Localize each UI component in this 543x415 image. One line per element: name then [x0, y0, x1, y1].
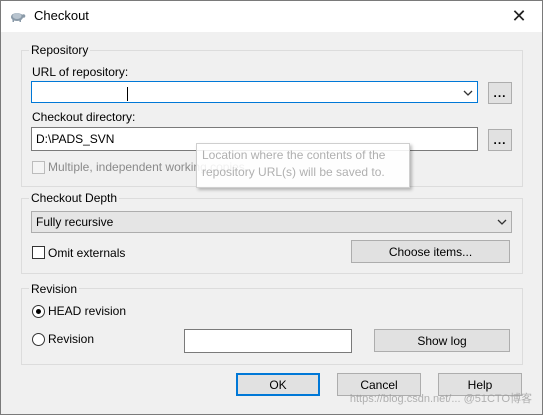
close-icon: ✕ [511, 6, 527, 26]
head-revision-label: HEAD revision [48, 304, 127, 318]
text-caret [127, 87, 128, 101]
checkout-directory-value: D:\PADS_SVN [36, 132, 115, 146]
url-label: URL of repository: [32, 65, 129, 79]
multiple-working-copies-checkbox[interactable] [32, 161, 45, 174]
revision-group-label: Revision [29, 282, 80, 296]
ok-button[interactable]: OK [236, 373, 320, 396]
revision-label: Revision [48, 332, 95, 346]
chevron-down-icon[interactable] [463, 85, 473, 101]
url-browse-button[interactable]: ... [488, 82, 512, 104]
directory-tooltip: Location where the contents of the repos… [196, 143, 410, 188]
revision-group [21, 288, 523, 365]
revision-input[interactable] [184, 329, 352, 353]
show-log-button[interactable]: Show log [374, 329, 510, 352]
window-title: Checkout [34, 8, 89, 23]
checkout-directory-label: Checkout directory: [32, 110, 136, 124]
choose-items-button[interactable]: Choose items... [351, 240, 510, 263]
chevron-down-icon [497, 219, 507, 225]
omit-externals-label: Omit externals [48, 246, 126, 260]
directory-browse-button[interactable]: ... [488, 129, 512, 151]
tooltip-line-2: repository URL(s) will be saved to. [202, 165, 385, 179]
checkout-depth-select[interactable]: Fully recursive [31, 211, 512, 233]
tortoise-icon [11, 13, 26, 22]
close-button[interactable]: ✕ [496, 1, 542, 32]
tooltip-line-1: Location where the contents of the [202, 148, 386, 162]
omit-externals-checkbox[interactable] [32, 246, 45, 259]
checkout-depth-group-label: Checkout Depth [29, 191, 120, 205]
revision-radio[interactable] [32, 333, 45, 346]
title-bar: Checkout ✕ [1, 1, 542, 32]
checkout-depth-value: Fully recursive [36, 215, 114, 229]
url-combo[interactable] [31, 81, 478, 103]
repository-group-label: Repository [29, 43, 91, 57]
head-revision-radio[interactable] [32, 305, 45, 318]
checkout-dialog: Checkout ✕ Repository URL of repository:… [0, 0, 543, 415]
watermark: https://blog.csdn.net/... @51CTO博客 [349, 393, 532, 405]
